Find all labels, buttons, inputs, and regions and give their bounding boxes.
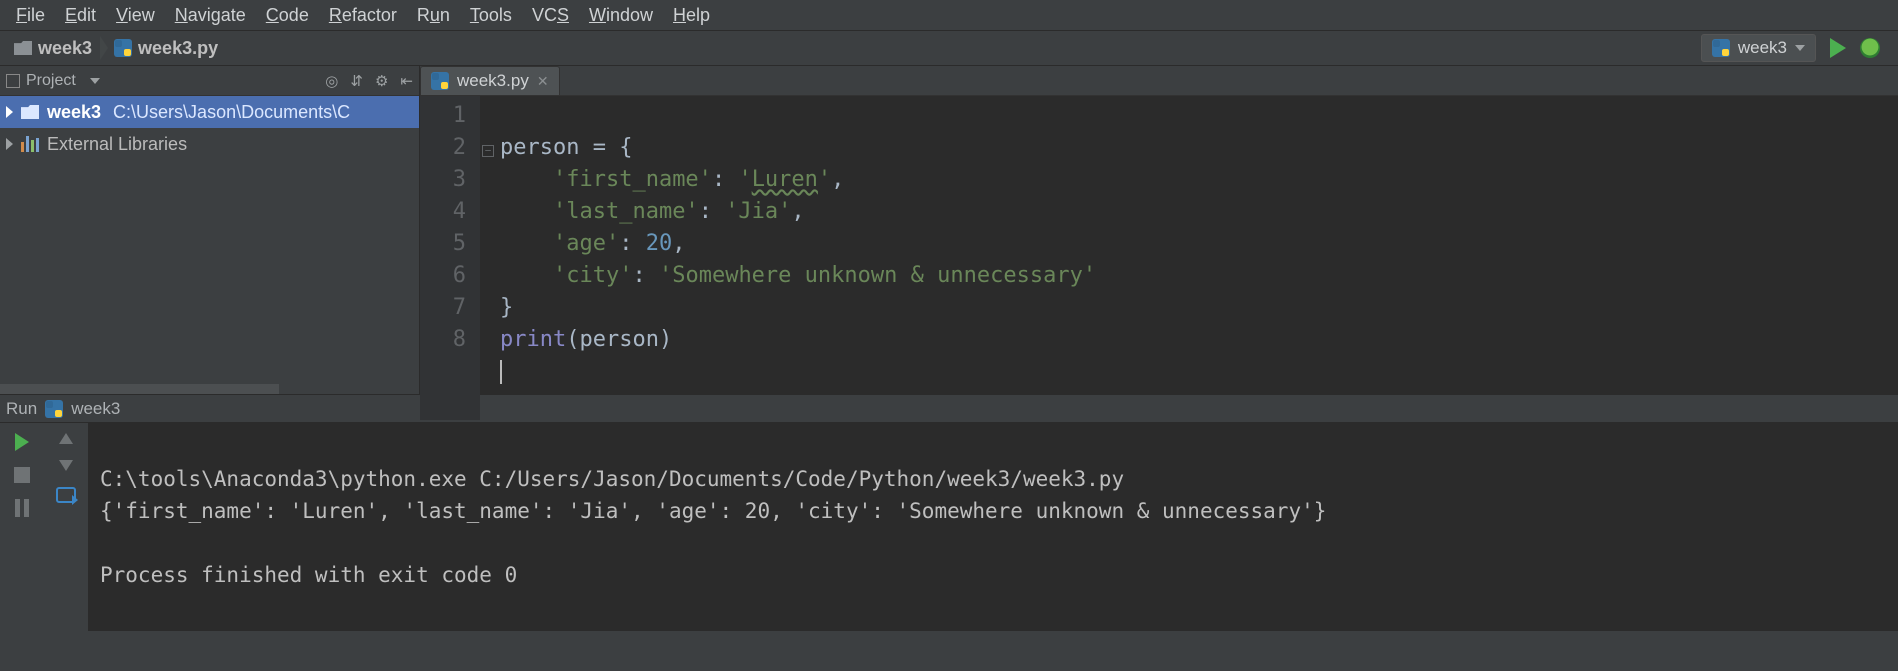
folder-icon bbox=[14, 41, 32, 55]
horizontal-scrollbar[interactable] bbox=[0, 384, 279, 394]
run-config-selector[interactable]: week3 bbox=[1701, 34, 1816, 62]
disclosure-triangle-icon[interactable] bbox=[6, 138, 13, 150]
down-stack-icon[interactable] bbox=[59, 460, 73, 471]
library-icon bbox=[21, 136, 39, 152]
editor-tab-label: week3.py bbox=[457, 71, 529, 91]
menu-bar: File Edit View Navigate Code Refactor Ru… bbox=[0, 0, 1898, 30]
gear-icon[interactable]: ⚙ bbox=[375, 72, 388, 90]
toolbar-right: week3 bbox=[1701, 34, 1890, 62]
menu-edit[interactable]: Edit bbox=[55, 2, 106, 29]
python-file-icon bbox=[1712, 39, 1730, 57]
breadcrumb-project-label: week3 bbox=[38, 38, 92, 59]
close-icon[interactable]: ✕ bbox=[537, 73, 549, 90]
python-file-icon bbox=[45, 400, 63, 418]
line-number: 3 bbox=[420, 164, 466, 196]
menu-code[interactable]: Code bbox=[256, 2, 319, 29]
menu-refactor[interactable]: Refactor bbox=[319, 2, 407, 29]
breadcrumb-file-label: week3.py bbox=[138, 38, 218, 59]
folder-icon bbox=[21, 105, 39, 119]
tree-root-path: C:\Users\Jason\Documents\C bbox=[113, 102, 350, 123]
tree-root[interactable]: week3 C:\Users\Jason\Documents\C bbox=[0, 96, 419, 128]
console-line: {'first_name': 'Luren', 'last_name': 'Ji… bbox=[100, 499, 1326, 523]
menu-help[interactable]: Help bbox=[663, 2, 720, 29]
run-toolbar-secondary bbox=[44, 423, 88, 631]
menu-vcs[interactable]: VCS bbox=[522, 2, 579, 29]
python-file-icon bbox=[431, 72, 449, 90]
run-tool-window: Run week3 C:\tools\Anaconda3\python.exe … bbox=[0, 394, 1898, 631]
chevron-down-icon bbox=[1795, 45, 1805, 51]
tree-external-libraries[interactable]: External Libraries bbox=[0, 128, 419, 160]
disclosure-triangle-icon[interactable] bbox=[6, 106, 13, 118]
menu-run[interactable]: Run bbox=[407, 2, 460, 29]
run-panel-config: week3 bbox=[71, 399, 120, 419]
collapse-icon[interactable]: ⇵ bbox=[350, 72, 363, 90]
editor: week3.py ✕ 1 2 3 4 5 6 7 8 −person = { '… bbox=[420, 66, 1898, 394]
console-line: Process finished with exit code 0 bbox=[100, 563, 517, 587]
fold-icon[interactable]: − bbox=[482, 145, 494, 157]
menu-tools[interactable]: Tools bbox=[460, 2, 522, 29]
code-area[interactable]: 1 2 3 4 5 6 7 8 −person = { 'first_name'… bbox=[420, 96, 1898, 420]
up-stack-icon[interactable] bbox=[59, 433, 73, 444]
project-tree[interactable]: week3 C:\Users\Jason\Documents\C Externa… bbox=[0, 96, 419, 394]
run-toolbar-primary bbox=[0, 423, 44, 631]
menu-navigate[interactable]: Navigate bbox=[165, 2, 256, 29]
line-number: 6 bbox=[420, 260, 466, 292]
run-panel-title: Run bbox=[6, 399, 37, 419]
run-config-label: week3 bbox=[1738, 38, 1787, 58]
stop-button[interactable] bbox=[14, 467, 30, 483]
project-view-icon bbox=[6, 74, 20, 88]
locate-icon[interactable]: ◎ bbox=[325, 72, 338, 90]
line-number: 4 bbox=[420, 196, 466, 228]
line-number: 1 bbox=[420, 100, 466, 132]
chevron-down-icon[interactable] bbox=[90, 78, 100, 84]
pause-button[interactable] bbox=[15, 499, 29, 517]
soft-wrap-icon[interactable] bbox=[56, 487, 76, 503]
project-panel-title: Project bbox=[26, 72, 76, 90]
breadcrumb-project[interactable]: week3 bbox=[8, 35, 102, 62]
breadcrumb-file[interactable]: week3.py bbox=[108, 35, 228, 62]
text-caret bbox=[500, 360, 502, 384]
main-area: Project ◎ ⇵ ⚙ ⇤ week3 C:\Users\Jason\Doc… bbox=[0, 66, 1898, 394]
tree-root-name: week3 bbox=[47, 102, 101, 123]
rerun-button[interactable] bbox=[15, 433, 29, 451]
run-button[interactable] bbox=[1830, 38, 1846, 58]
python-file-icon bbox=[114, 39, 132, 57]
line-number: 2 bbox=[420, 132, 466, 164]
line-number: 8 bbox=[420, 324, 466, 356]
line-number: 7 bbox=[420, 292, 466, 324]
project-panel-header: Project ◎ ⇵ ⚙ ⇤ bbox=[0, 66, 419, 96]
editor-tabs: week3.py ✕ bbox=[420, 66, 1898, 96]
console-line: C:\tools\Anaconda3\python.exe C:/Users/J… bbox=[100, 467, 1124, 491]
tree-external-libraries-label: External Libraries bbox=[47, 134, 187, 155]
breadcrumb: week3 week3.py bbox=[8, 35, 1701, 62]
editor-tab[interactable]: week3.py ✕ bbox=[420, 66, 560, 95]
console-output[interactable]: C:\tools\Anaconda3\python.exe C:/Users/J… bbox=[88, 423, 1898, 631]
menu-view[interactable]: View bbox=[106, 2, 165, 29]
navigation-bar: week3 week3.py week3 bbox=[0, 30, 1898, 66]
menu-window[interactable]: Window bbox=[579, 2, 663, 29]
line-number-gutter: 1 2 3 4 5 6 7 8 bbox=[420, 96, 480, 420]
debug-button[interactable] bbox=[1860, 38, 1880, 58]
project-tool-window: Project ◎ ⇵ ⚙ ⇤ week3 C:\Users\Jason\Doc… bbox=[0, 66, 420, 394]
hide-icon[interactable]: ⇤ bbox=[400, 72, 413, 90]
code-text[interactable]: −person = { 'first_name': 'Luren', 'last… bbox=[480, 96, 1898, 420]
line-number: 5 bbox=[420, 228, 466, 260]
menu-file[interactable]: File bbox=[6, 2, 55, 29]
